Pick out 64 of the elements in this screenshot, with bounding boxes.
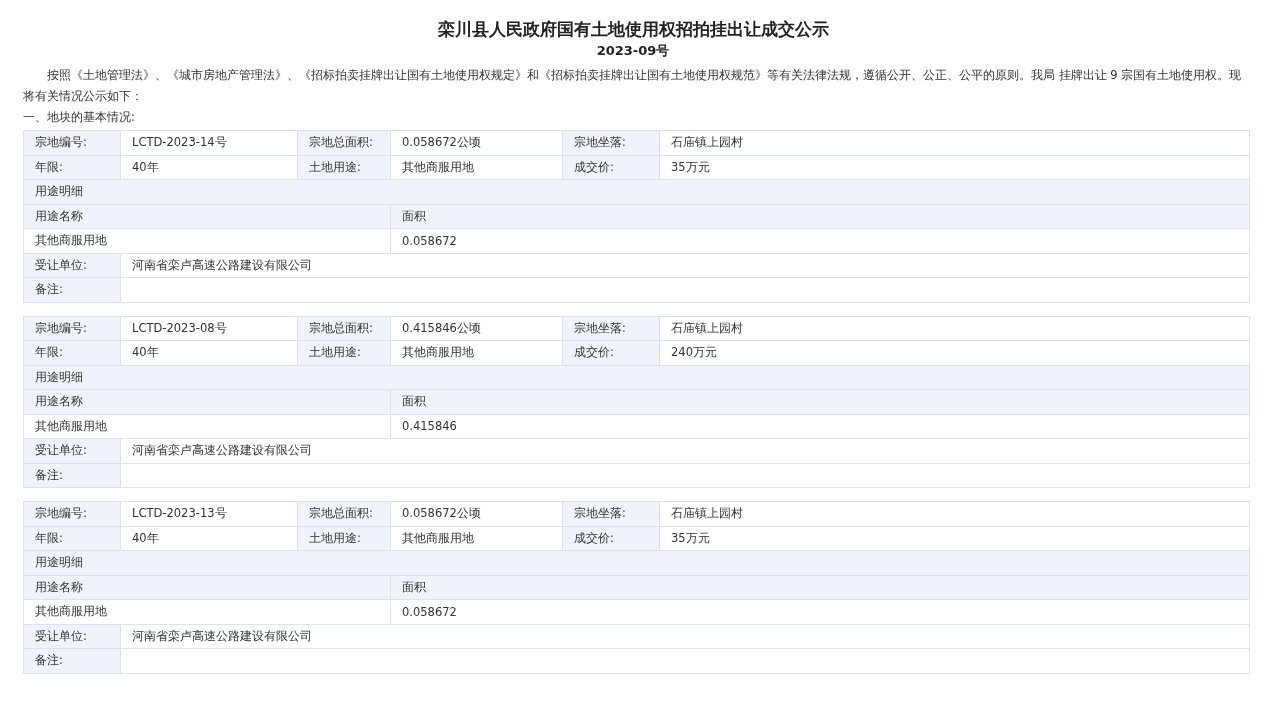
field-label: 宗地坐落: bbox=[562, 316, 660, 341]
field-label: 受让单位: bbox=[23, 253, 121, 278]
field-label: 土地用途: bbox=[297, 155, 391, 180]
field-label: 成交价: bbox=[562, 340, 660, 365]
field-value: 其他商服用地 bbox=[390, 155, 563, 180]
field-value: LCTD-2023-08号 bbox=[120, 316, 298, 341]
table-cell: 0.415846 bbox=[390, 414, 1250, 439]
field-value: 河南省栾卢高速公路建设有限公司 bbox=[120, 624, 1250, 649]
column-header: 用途名称 bbox=[23, 575, 391, 600]
column-header: 用途名称 bbox=[23, 389, 391, 414]
notice-number: 2023-09号 bbox=[595, 42, 671, 60]
column-header: 面积 bbox=[390, 204, 1250, 229]
field-value: 河南省栾卢高速公路建设有限公司 bbox=[120, 253, 1250, 278]
field-value: 其他商服用地 bbox=[390, 526, 563, 551]
field-label: 年限: bbox=[23, 340, 121, 365]
field-value: 35万元 bbox=[659, 155, 1250, 180]
field-value: 35万元 bbox=[659, 526, 1250, 551]
field-label: 备注: bbox=[23, 277, 121, 302]
field-value: 0.415846公顷 bbox=[390, 316, 563, 341]
field-label: 宗地编号: bbox=[23, 501, 121, 526]
section-heading: 一、地块的基本情况: bbox=[23, 109, 136, 126]
field-label: 备注: bbox=[23, 648, 121, 673]
usage-detail-header: 用途明细 bbox=[23, 550, 1250, 575]
field-label: 宗地总面积: bbox=[297, 130, 391, 155]
column-header: 面积 bbox=[390, 575, 1250, 600]
intro-paragraph: 按照《土地管理法》、《城市房地产管理法》、《招标拍卖挂牌出让国有土地使用权规定》和《招标拍卖挂牌出让国有土地使用权规范》等有关法律法规，遵循公开、公正、公平的原则。我局 挂牌出让 9 宗国有土地使用权。现将有关情况公示如下： bbox=[23, 67, 1243, 105]
field-label: 宗地坐落: bbox=[562, 130, 660, 155]
field-value: 40年 bbox=[120, 155, 298, 180]
field-value: 石庙镇上园村 bbox=[659, 316, 1250, 341]
field-label: 成交价: bbox=[562, 526, 660, 551]
field-value: 其他商服用地 bbox=[390, 340, 563, 365]
field-label: 成交价: bbox=[562, 155, 660, 180]
usage-detail-header: 用途明细 bbox=[23, 365, 1250, 390]
field-label: 宗地编号: bbox=[23, 316, 121, 341]
field-value: 石庙镇上园村 bbox=[659, 130, 1250, 155]
field-value: 0.058672公顷 bbox=[390, 501, 563, 526]
field-label: 年限: bbox=[23, 155, 121, 180]
field-label: 宗地总面积: bbox=[297, 501, 391, 526]
field-label: 土地用途: bbox=[297, 526, 391, 551]
field-value: 河南省栾卢高速公路建设有限公司 bbox=[120, 438, 1250, 463]
field-label: 受让单位: bbox=[23, 624, 121, 649]
field-value: 0.058672公顷 bbox=[390, 130, 563, 155]
column-header: 用途名称 bbox=[23, 204, 391, 229]
field-value: 40年 bbox=[120, 340, 298, 365]
field-value: LCTD-2023-13号 bbox=[120, 501, 298, 526]
field-label: 年限: bbox=[23, 526, 121, 551]
table-cell: 其他商服用地 bbox=[23, 414, 391, 439]
field-label: 土地用途: bbox=[297, 340, 391, 365]
field-label: 宗地坐落: bbox=[562, 501, 660, 526]
table-cell: 0.058672 bbox=[390, 599, 1250, 624]
field-label: 备注: bbox=[23, 463, 121, 488]
field-value: LCTD-2023-14号 bbox=[120, 130, 298, 155]
column-header: 面积 bbox=[390, 389, 1250, 414]
table-cell: 其他商服用地 bbox=[23, 599, 391, 624]
usage-detail-header: 用途明细 bbox=[23, 179, 1250, 204]
page-title: 栾川县人民政府国有土地使用权招拍挂出让成交公示 bbox=[436, 18, 830, 41]
field-value: 石庙镇上园村 bbox=[659, 501, 1250, 526]
table-cell: 0.058672 bbox=[390, 228, 1250, 253]
field-value: 240万元 bbox=[659, 340, 1250, 365]
field-value: 40年 bbox=[120, 526, 298, 551]
field-label: 受让单位: bbox=[23, 438, 121, 463]
table-cell: 其他商服用地 bbox=[23, 228, 391, 253]
field-label: 宗地编号: bbox=[23, 130, 121, 155]
field-label: 宗地总面积: bbox=[297, 316, 391, 341]
